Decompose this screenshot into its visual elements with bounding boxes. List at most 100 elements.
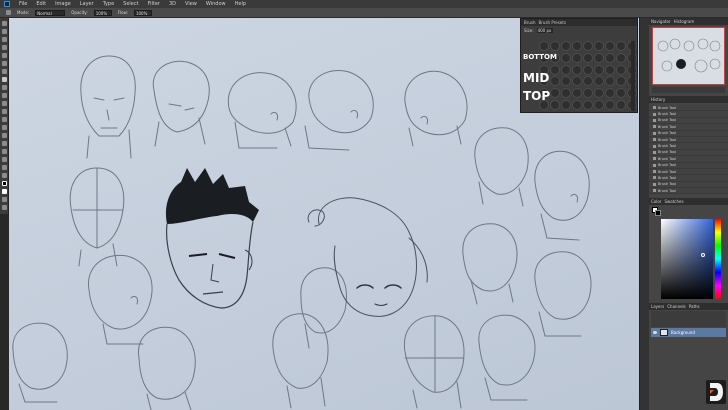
brush-preset[interactable] [583, 64, 593, 75]
brush-preset[interactable] [605, 52, 615, 63]
menu-layer[interactable]: Layer [80, 0, 94, 8]
brush-preset[interactable] [616, 88, 626, 99]
brush-preset[interactable] [594, 64, 604, 75]
brush-preset[interactable] [594, 100, 604, 111]
marquee-icon[interactable] [2, 29, 7, 34]
brush-preset[interactable] [583, 41, 593, 51]
history-brush-icon[interactable] [2, 93, 7, 98]
brush-preset[interactable] [616, 52, 626, 63]
hand-icon[interactable] [2, 165, 7, 170]
tab-navigator[interactable]: Navigator [651, 19, 671, 24]
brush-preset[interactable] [605, 76, 615, 87]
brush-preset[interactable] [572, 64, 582, 75]
menu-edit[interactable]: Edit [36, 0, 46, 8]
brush-preset[interactable] [605, 41, 615, 51]
shape-icon[interactable] [2, 157, 7, 162]
opacity-field[interactable]: 100% [93, 9, 112, 16]
brush-preset[interactable] [561, 41, 571, 51]
tab-brush-presets[interactable]: Brush Presets [539, 20, 566, 25]
quick-select-icon[interactable] [2, 45, 7, 50]
brush-preset[interactable] [550, 64, 560, 75]
stamp-icon[interactable] [2, 85, 7, 90]
tab-layers[interactable]: Layers [651, 304, 664, 309]
brush-preset[interactable] [539, 41, 549, 51]
background-swatch[interactable] [655, 210, 661, 217]
brush-preset[interactable] [594, 41, 604, 51]
zoom-icon[interactable] [2, 173, 7, 178]
brush-preset[interactable] [583, 100, 593, 111]
menu-view[interactable]: View [185, 0, 197, 8]
quick-mask-icon[interactable] [2, 197, 7, 202]
brush-preset[interactable] [616, 64, 626, 75]
navigator-preview[interactable] [652, 27, 725, 85]
brush-preset[interactable] [572, 100, 582, 111]
brush-preset[interactable] [605, 88, 615, 99]
hue-slider[interactable] [715, 219, 721, 300]
brush-preset[interactable] [550, 88, 560, 99]
brush-preset[interactable] [561, 52, 571, 63]
screen-mode-icon[interactable] [2, 205, 7, 210]
blur-icon[interactable] [2, 117, 7, 122]
tab-brush[interactable]: Brush [524, 20, 536, 25]
move-icon[interactable] [2, 21, 7, 26]
mode-select[interactable]: Normal [35, 9, 66, 16]
menu-image[interactable]: Image [55, 0, 71, 8]
menu-help[interactable]: Help [235, 0, 246, 8]
brush-preset[interactable] [594, 52, 604, 63]
tab-swatches[interactable]: Swatches [664, 199, 683, 204]
brush-preset[interactable] [605, 64, 615, 75]
type-icon[interactable] [2, 141, 7, 146]
menu-3d[interactable]: 3D [169, 0, 176, 8]
tab-histogram[interactable]: Histogram [674, 19, 695, 24]
brush-preset[interactable] [572, 41, 582, 51]
brush-preset[interactable] [616, 41, 626, 51]
menu-type[interactable]: Type [103, 0, 114, 8]
healing-icon[interactable] [2, 69, 7, 74]
dodge-icon[interactable] [2, 125, 7, 130]
brush-preset[interactable] [550, 76, 560, 87]
menu-window[interactable]: Window [206, 0, 226, 8]
background-color-icon[interactable] [2, 189, 7, 194]
menu-select[interactable]: Select [123, 0, 138, 8]
path-select-icon[interactable] [2, 149, 7, 154]
brush-preset[interactable] [561, 64, 571, 75]
foreground-color-icon[interactable] [2, 181, 7, 186]
tab-paths[interactable]: Paths [689, 304, 700, 309]
eyedropper-icon[interactable] [2, 61, 7, 66]
brush-preset[interactable] [572, 88, 582, 99]
eye-icon[interactable] [653, 331, 657, 335]
brush-preset[interactable] [583, 52, 593, 63]
history-item[interactable]: Brush Tool [649, 188, 728, 195]
brush-preset[interactable] [561, 100, 571, 111]
lasso-icon[interactable] [2, 37, 7, 42]
brush-preset[interactable] [583, 76, 593, 87]
brush-preset[interactable] [594, 88, 604, 99]
brush-preset[interactable] [561, 88, 571, 99]
tab-channels[interactable]: Channels [667, 304, 686, 309]
brush-preset[interactable] [616, 100, 626, 111]
brush-size-field[interactable]: 400 px [536, 28, 553, 33]
menu-filter[interactable]: Filter [148, 0, 160, 8]
menu-file[interactable]: File [19, 0, 27, 8]
brush-preset[interactable] [583, 88, 593, 99]
crop-icon[interactable] [2, 53, 7, 58]
navigator-zoom-slider[interactable] [652, 87, 725, 93]
tab-history[interactable]: History [651, 97, 665, 102]
color-field[interactable] [661, 219, 713, 300]
brush-preset[interactable] [594, 76, 604, 87]
brush-preset-icon[interactable] [6, 10, 11, 15]
pen-icon[interactable] [2, 133, 7, 138]
layer-row-background[interactable]: Background [651, 328, 726, 338]
gradient-icon[interactable] [2, 109, 7, 114]
brush-preset[interactable] [616, 76, 626, 87]
tab-color[interactable]: Color [651, 199, 661, 204]
color-picker-cursor[interactable] [701, 253, 705, 258]
brush-preset[interactable] [550, 41, 560, 51]
brush-panel-scrollbar[interactable] [631, 41, 635, 111]
brush-preset[interactable] [561, 76, 571, 87]
brush-preset[interactable] [550, 100, 560, 111]
brush-preset[interactable] [572, 52, 582, 63]
brush-icon[interactable] [2, 77, 7, 82]
brush-preset[interactable] [572, 76, 582, 87]
eraser-icon[interactable] [2, 101, 7, 106]
